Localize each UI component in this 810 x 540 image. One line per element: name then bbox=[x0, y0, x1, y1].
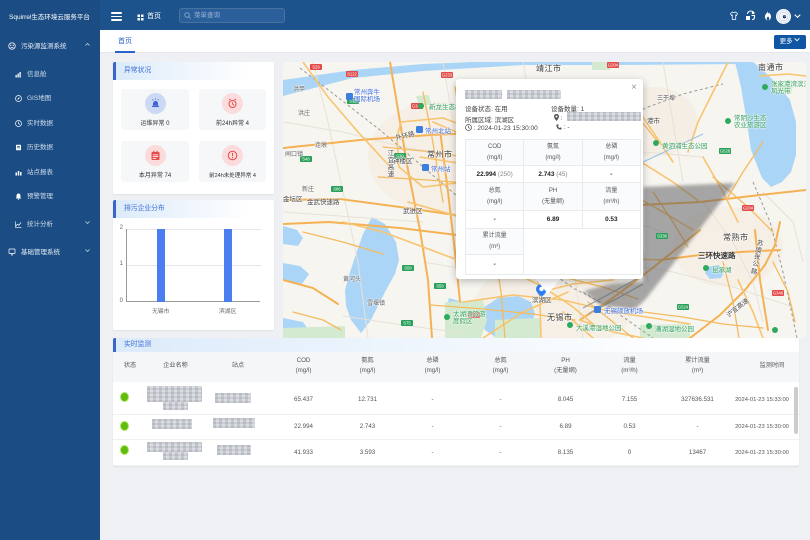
svg-text:G346: G346 bbox=[773, 291, 784, 296]
svg-text:S48: S48 bbox=[302, 157, 310, 162]
svg-text:S29: S29 bbox=[312, 65, 320, 70]
svg-text:S338: S338 bbox=[657, 234, 667, 239]
svg-text:S58: S58 bbox=[404, 266, 412, 271]
svg-text:G204: G204 bbox=[743, 206, 754, 211]
svg-text:S75: S75 bbox=[403, 321, 411, 326]
svg-text:G524: G524 bbox=[678, 305, 689, 310]
svg-text:S86: S86 bbox=[333, 187, 341, 192]
svg-text:S122: S122 bbox=[347, 72, 357, 77]
svg-text:S58: S58 bbox=[436, 284, 444, 289]
svg-text:G204: G204 bbox=[608, 63, 619, 68]
svg-text:G233: G233 bbox=[442, 73, 453, 78]
svg-text:G528: G528 bbox=[720, 149, 731, 154]
